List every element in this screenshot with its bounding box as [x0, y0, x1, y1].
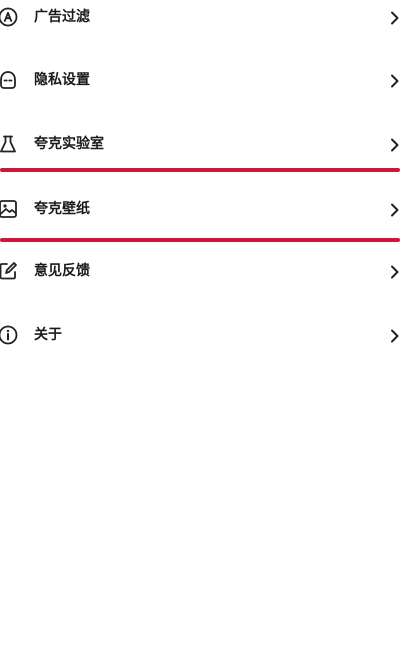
menu-item-label: 夸克实验室 — [34, 136, 104, 152]
menu-item-label: 广告过滤 — [34, 9, 90, 25]
chevron-right-icon — [390, 202, 400, 217]
menu-item-quark-wallpaper[interactable]: 夸克壁纸 — [0, 191, 400, 231]
chevron-right-icon — [390, 328, 400, 343]
flask-icon — [0, 134, 18, 154]
menu-item-feedback[interactable]: 意见反馈 — [0, 253, 400, 293]
highlight-line-top — [0, 168, 400, 172]
menu-item-privacy[interactable]: 隐私设置 — [0, 62, 400, 102]
chevron-right-icon — [390, 264, 400, 279]
highlight-line-bottom — [0, 238, 400, 242]
menu-item-label: 关于 — [34, 327, 62, 343]
chevron-right-icon — [390, 73, 400, 88]
info-icon — [0, 325, 18, 345]
settings-screen: 广告过滤 隐私设置 夸克实验室 夸克壁纸 意见反馈 关于 — [0, 0, 400, 657]
menu-item-label: 夸克壁纸 — [34, 201, 90, 217]
menu-item-ad-filter[interactable]: 广告过滤 — [0, 0, 400, 39]
menu-item-label: 隐私设置 — [34, 72, 90, 88]
feedback-icon — [0, 261, 18, 281]
menu-item-about[interactable]: 关于 — [0, 317, 400, 357]
menu-item-quark-lab[interactable]: 夸克实验室 — [0, 126, 400, 166]
wallpaper-icon — [0, 199, 18, 219]
privacy-icon — [0, 70, 18, 90]
chevron-right-icon — [390, 10, 400, 25]
ad-filter-icon — [0, 7, 18, 27]
menu-item-label: 意见反馈 — [34, 263, 90, 279]
chevron-right-icon — [390, 137, 400, 152]
